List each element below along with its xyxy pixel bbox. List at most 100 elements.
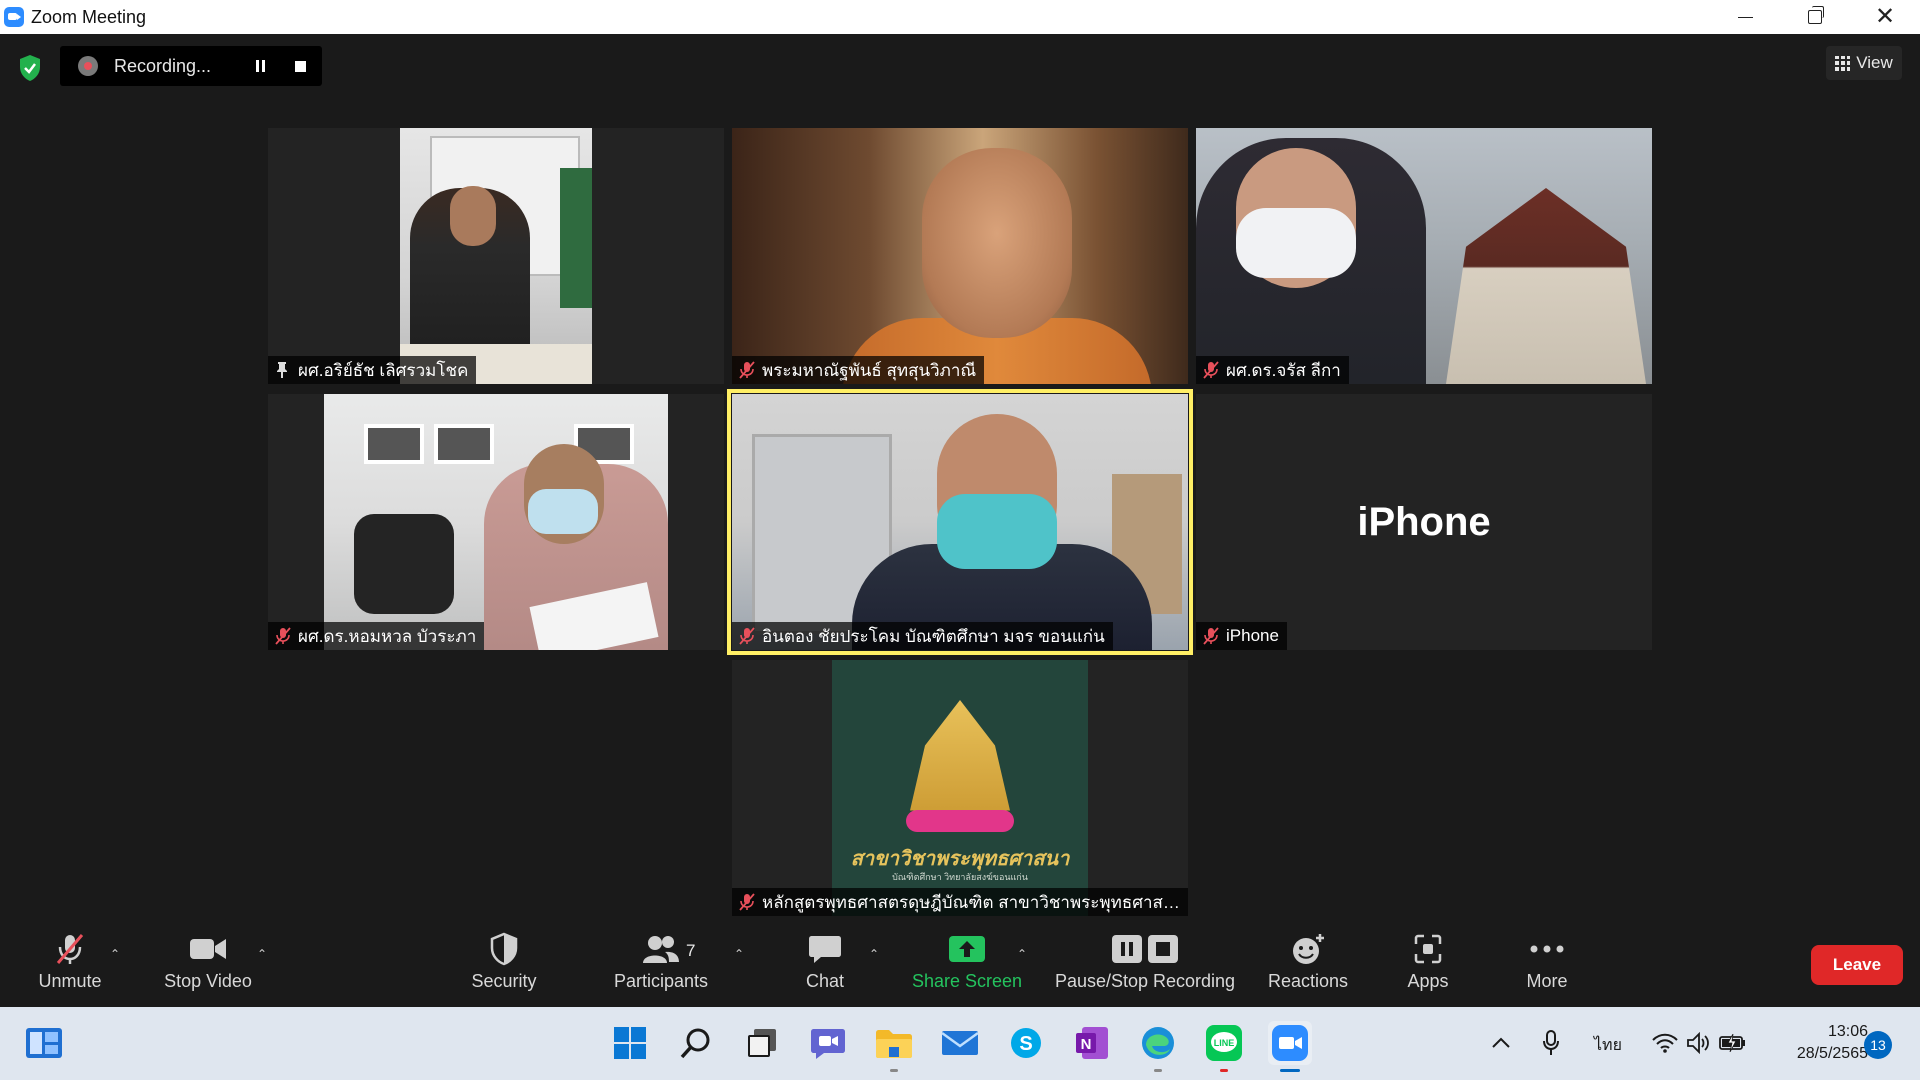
video-tile[interactable]: iPhone iPhone: [1196, 394, 1652, 650]
system-clock[interactable]: 13:06 28/5/2565: [1770, 1021, 1868, 1065]
participant-video: [1196, 128, 1652, 384]
zoom-app-icon: [4, 7, 24, 27]
mail-icon[interactable]: [938, 1021, 982, 1065]
pin-icon: [277, 362, 287, 378]
participants-options-chevron-icon[interactable]: ⌃: [734, 947, 744, 961]
participant-name: หลักสูตรพุทธศาสตรดุษฎีบัณฑิต สาขาวิชาพระ…: [762, 892, 1180, 912]
participant-name-tag: หลักสูตรพุทธศาสตรดุษฎีบัณฑิต สาขาวิชาพระ…: [732, 888, 1188, 916]
logo-subcaption: บัณฑิตศึกษา วิทยาลัยสงฆ์ขอนแก่น: [892, 872, 1028, 882]
line-app-icon[interactable]: LINE: [1202, 1021, 1246, 1065]
chat-label: Chat: [805, 971, 845, 991]
security-button[interactable]: Security: [464, 927, 544, 1003]
participant-video: [732, 128, 1188, 384]
share-screen-button[interactable]: Share Screen: [910, 927, 1024, 1003]
more-label: More: [1526, 971, 1568, 991]
participant-name-tag: ผศ.อริย์ธัช เลิศรวมโชค: [268, 356, 477, 384]
participant-name-tag: ผศ.ดร.จรัส ลีกา: [1196, 356, 1349, 384]
clock-time: 13:06: [1827, 1023, 1868, 1040]
minimize-icon: [1737, 16, 1753, 18]
stop-video-button[interactable]: Stop Video: [158, 927, 258, 1003]
video-tile[interactable]: ผศ.อริย์ธัช เลิศรวมโชค: [268, 128, 724, 384]
restore-button[interactable]: [1780, 0, 1850, 34]
participant-name: พระมหาณัฐพันธ์ สุทสุนวิภาณี: [762, 360, 977, 380]
participant-name: ผศ.อริย์ธัช เลิศรวมโชค: [298, 360, 469, 380]
participant-video: [400, 128, 592, 384]
window-title: Zoom Meeting: [31, 6, 147, 27]
apps-button[interactable]: Apps: [1398, 927, 1458, 1003]
audio-options-chevron-icon[interactable]: ⌃: [110, 947, 120, 961]
muted-mic-icon: [739, 627, 755, 645]
show-hidden-icons-chevron-icon[interactable]: [1486, 1021, 1516, 1065]
view-label: View: [1856, 53, 1893, 72]
muted-mic-icon: [739, 893, 755, 911]
battery-charging-icon[interactable]: [1718, 1021, 1748, 1065]
pause-stop-recording-label: Pause/Stop Recording: [1054, 971, 1236, 991]
participant-name: ผศ.ดร.หอมหวล บัวระภา: [298, 626, 477, 646]
notification-badge[interactable]: 13: [1864, 1031, 1892, 1059]
pause-recording-button[interactable]: [240, 46, 280, 86]
encryption-shield-icon[interactable]: [18, 54, 42, 82]
pause-stop-recording-button[interactable]: Pause/Stop Recording: [1050, 927, 1240, 1003]
leave-button[interactable]: Leave: [1811, 945, 1903, 985]
video-options-chevron-icon[interactable]: ⌃: [257, 947, 267, 961]
edge-browser-icon[interactable]: [1136, 1021, 1180, 1065]
security-label: Security: [471, 971, 537, 991]
volume-icon[interactable]: [1684, 1021, 1714, 1065]
stop-recording-button[interactable]: [280, 46, 320, 86]
video-tile[interactable]: สาขาวิชาพระพุทธศาสนา บัณฑิตศึกษา วิทยาลั…: [732, 660, 1188, 916]
unmute-button[interactable]: Unmute: [30, 927, 110, 1003]
apps-icon: [1414, 934, 1442, 964]
zoom-taskbar-icon[interactable]: [1268, 1021, 1312, 1065]
video-tile[interactable]: ผศ.ดร.จรัส ลีกา: [1196, 128, 1652, 384]
recording-dot-icon: [78, 56, 98, 76]
chat-options-chevron-icon[interactable]: ⌃: [869, 947, 879, 961]
participant-name-tag: ผศ.ดร.หอมหวล บัวระภา: [268, 622, 485, 650]
apps-label: Apps: [1407, 971, 1449, 991]
svg-text:S: S: [1019, 1033, 1032, 1055]
active-speaker-tile[interactable]: อินตอง ชัยประโคม บัณฑิตศึกษา มจร ขอนแก่น: [727, 389, 1193, 655]
pause-stop-recording-icon: [1112, 935, 1178, 963]
participants-label: Participants: [613, 971, 709, 991]
widgets-icon[interactable]: [22, 1021, 66, 1065]
participant-name-tag: อินตอง ชัยประโคม บัณฑิตศึกษา มจร ขอนแก่น: [732, 622, 1113, 650]
view-button[interactable]: View: [1826, 46, 1902, 80]
title-bar: Zoom Meeting ✕: [0, 0, 1920, 34]
unmute-label: Unmute: [38, 971, 102, 991]
file-explorer-icon[interactable]: [872, 1021, 916, 1065]
zoom-active-indicator: [1280, 1069, 1300, 1072]
stop-video-label: Stop Video: [164, 971, 252, 991]
line-notification-indicator: [1220, 1069, 1228, 1072]
skype-icon[interactable]: S: [1004, 1021, 1048, 1065]
share-options-chevron-icon[interactable]: ⌃: [1017, 947, 1027, 961]
video-tile[interactable]: พระมหาณัฐพันธ์ สุทสุนวิภาณี: [732, 128, 1188, 384]
reactions-smiley-icon: [1293, 934, 1324, 964]
microphone-tray-icon[interactable]: [1536, 1021, 1566, 1065]
teams-chat-icon[interactable]: [806, 1021, 850, 1065]
share-screen-icon: [949, 936, 985, 962]
onenote-icon[interactable]: N: [1070, 1021, 1114, 1065]
grid-view-icon: [1835, 55, 1851, 71]
participant-video: สาขาวิชาพระพุทธศาสนา บัณฑิตศึกษา วิทยาลั…: [832, 660, 1088, 916]
recording-status: Recording...: [114, 55, 212, 76]
clock-date: 28/5/2565: [1796, 1045, 1868, 1062]
reactions-button[interactable]: Reactions: [1258, 927, 1358, 1003]
security-shield-icon: [490, 932, 518, 966]
wifi-icon[interactable]: [1650, 1021, 1680, 1065]
search-icon[interactable]: [674, 1021, 718, 1065]
muted-mic-icon: [1203, 627, 1219, 645]
reactions-label: Reactions: [1267, 971, 1349, 991]
minimize-button[interactable]: [1710, 0, 1780, 34]
close-button[interactable]: ✕: [1850, 0, 1920, 34]
start-windows-icon[interactable]: [608, 1021, 652, 1065]
participant-name-tag: พระมหาณัฐพันธ์ สุทสุนวิภาณี: [732, 356, 985, 384]
chat-button[interactable]: Chat: [790, 927, 860, 1003]
input-language[interactable]: ไทย: [1594, 1033, 1622, 1058]
more-button[interactable]: More: [1516, 927, 1578, 1003]
participants-button[interactable]: Participants: [606, 927, 716, 1003]
muted-mic-icon: [56, 934, 84, 964]
more-dots-icon: [1530, 945, 1564, 953]
participant-video: [324, 394, 668, 650]
participants-icon: [643, 936, 679, 963]
task-view-icon[interactable]: [740, 1021, 784, 1065]
video-tile[interactable]: ผศ.ดร.หอมหวล บัวระภา: [268, 394, 724, 650]
